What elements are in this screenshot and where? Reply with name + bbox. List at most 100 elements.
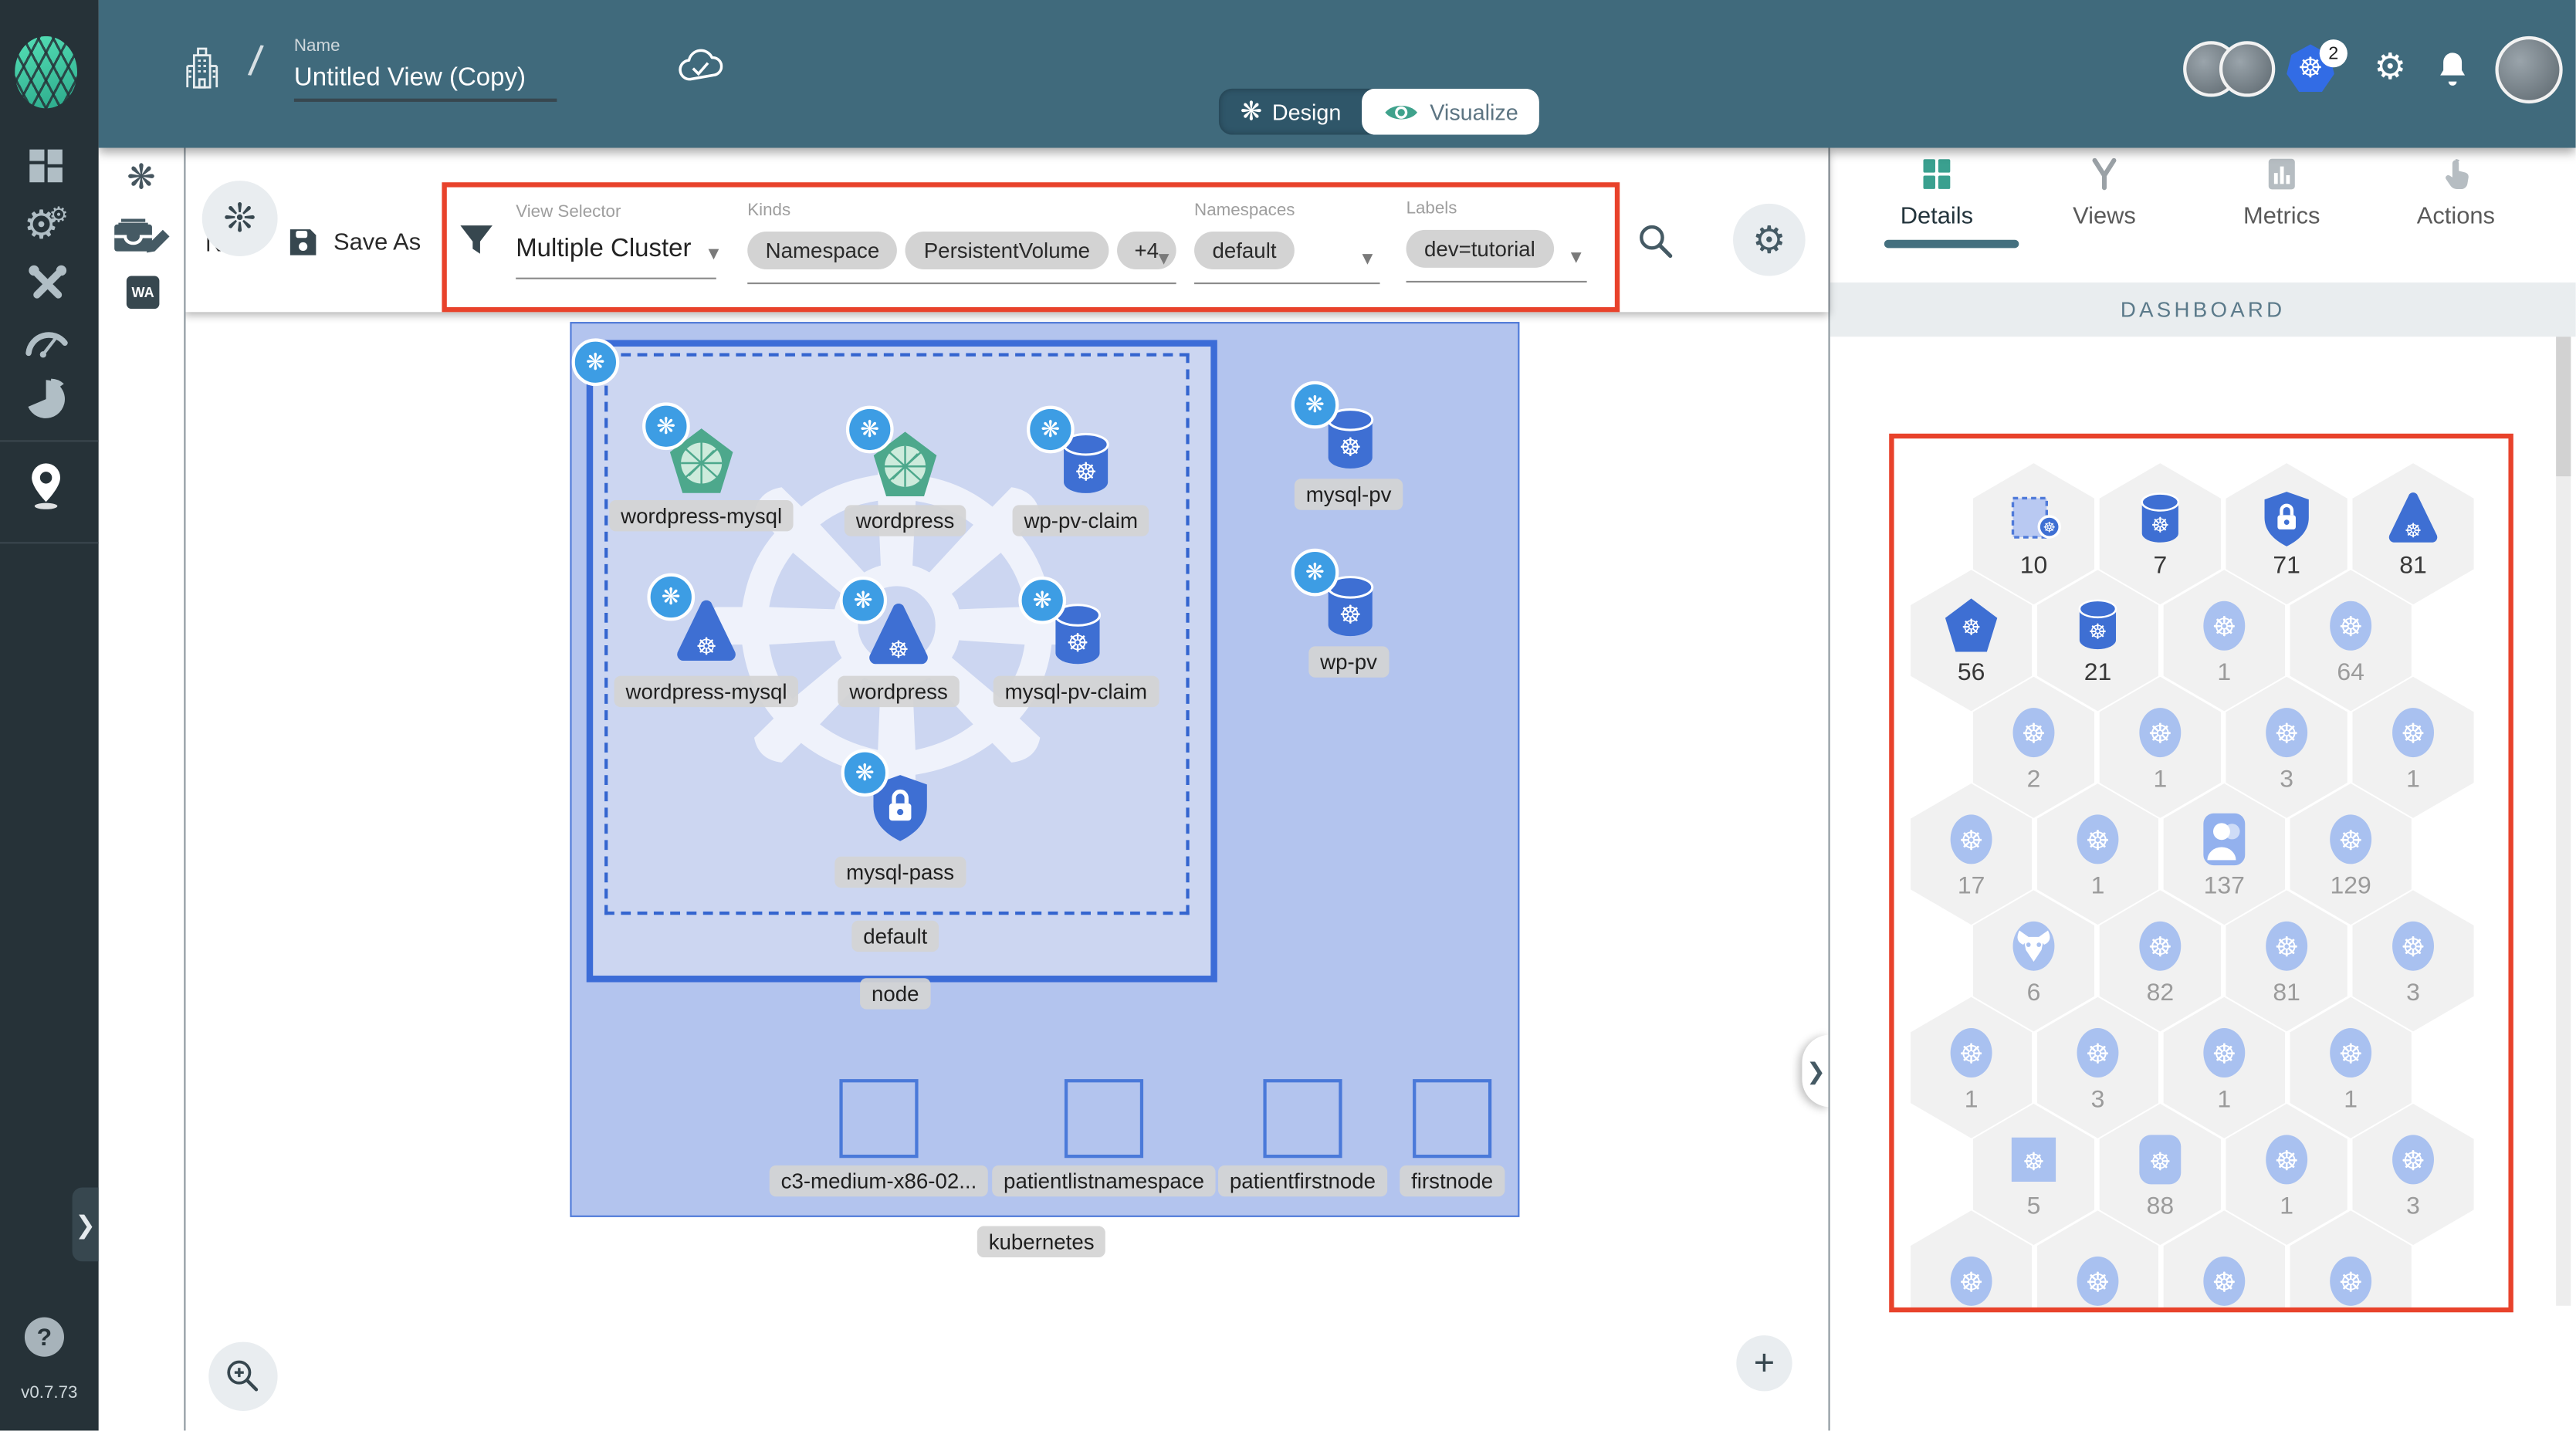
svg-text:☸: ☸: [2148, 719, 2172, 750]
svg-text:☸: ☸: [2338, 1266, 2363, 1297]
meshery-logo-icon[interactable]: [15, 36, 78, 109]
details-grid-icon: [1863, 156, 2011, 192]
kind-chip[interactable]: Namespace: [747, 232, 898, 269]
hex-count: 88: [2146, 1192, 2175, 1221]
sidebar-item-kanvas-pin-icon[interactable]: [22, 457, 71, 516]
view-selector-value[interactable]: Multiple Cluster: [516, 235, 716, 264]
visualize-eye-icon: [1386, 104, 1418, 119]
sidebar-item-lifecycle-gears-icon[interactable]: ⚙ ⚙: [16, 201, 76, 250]
actions-hand-icon: [2382, 156, 2530, 192]
hex-count: 71: [2273, 552, 2300, 580]
node-name-label: c3-medium-x86-02...: [769, 1165, 989, 1197]
resource-label: wp-pv-claim: [1012, 505, 1149, 536]
hex-count: 3: [2406, 1192, 2420, 1221]
labels-field[interactable]: Labels dev=tutorial ▼: [1406, 198, 1587, 283]
flower-action-button[interactable]: ❊: [201, 181, 278, 256]
cluster-label: kubernetes: [977, 1226, 1106, 1257]
visualize-mode-tab[interactable]: Visualize: [1362, 88, 1540, 135]
sidebar-item-configuration-tools-icon[interactable]: [23, 259, 73, 309]
tab-details[interactable]: Details: [1863, 156, 2011, 230]
user-avatar[interactable]: [2495, 36, 2563, 104]
panel-scrollbar[interactable]: [2556, 337, 2571, 1306]
search-icon[interactable]: [1633, 218, 1679, 265]
save-as-icon[interactable]: [284, 223, 320, 259]
kinds-caret-icon[interactable]: ▼: [1155, 249, 1173, 269]
circle-resource-icon: ☸: [2320, 1249, 2382, 1311]
sidebar-item-dashboard[interactable]: [28, 148, 64, 184]
resource-label: wordpress-mysql: [609, 499, 794, 532]
name-field-label: Name: [293, 36, 340, 56]
tab-metrics[interactable]: Metrics: [2208, 156, 2356, 230]
circle-resource-icon: ☸: [2193, 1022, 2256, 1084]
sidebar-item-extensions-icon[interactable]: [22, 374, 71, 424]
kind-chip[interactable]: PersistentVolume: [905, 232, 1109, 269]
hex-count: 21: [2083, 658, 2112, 687]
meshery-visualize-app: ⚙ ⚙ ❯ ? v0.7.73 / Name Untitled View (Cop…: [0, 0, 2576, 1431]
namespaces-caret-icon[interactable]: ▼: [1359, 249, 1376, 269]
meshery-badge-icon: ❋: [1027, 405, 1075, 454]
namespaces-field[interactable]: Namespaces default ▼: [1194, 201, 1380, 285]
empty-node[interactable]: [1413, 1079, 1492, 1159]
kinds-label: Kinds: [747, 200, 791, 221]
settings-gear-icon[interactable]: ⚙: [2369, 46, 2412, 89]
visualization-canvas[interactable]: ☸ ❋ ❋ wordpress-mysql ❋ wordpress ☸ ❋ wp-pv-cl…: [184, 312, 1830, 1431]
sidebar-collapse-handle[interactable]: ❯: [72, 1187, 99, 1262]
save-as-button[interactable]: Save As: [333, 230, 421, 256]
hex-count: 7: [2153, 552, 2168, 580]
secondary-toolbar-strip: ❋ WA ❯: [98, 147, 186, 1431]
svg-text:☸: ☸: [2086, 825, 2111, 857]
svg-text:☸: ☸: [2149, 1147, 2171, 1176]
views-branch-icon: [2030, 156, 2178, 192]
resource-label: wordpress-mysql: [614, 675, 799, 708]
tab-views[interactable]: Views: [2030, 156, 2178, 230]
left-sidebar: ⚙ ⚙ ❯ ? v0.7.73: [0, 0, 99, 1431]
hex-count: 3: [2280, 765, 2294, 793]
meshery-spiral-icon[interactable]: ❋: [121, 157, 161, 197]
empty-node[interactable]: [1263, 1079, 1342, 1159]
canvas-settings-gear-button[interactable]: ⚙: [1733, 203, 1806, 276]
add-node-button[interactable]: +: [1736, 1335, 1792, 1392]
svg-text:☸: ☸: [696, 634, 716, 661]
collaborator-avatar[interactable]: [2219, 41, 2276, 97]
name-field-input[interactable]: Untitled View (Copy): [294, 64, 526, 93]
filter-funnel-icon[interactable]: [455, 220, 497, 262]
zoom-in-button[interactable]: [208, 1341, 278, 1411]
top-header-bar: / Name Untitled View (Copy) ❋ Design Vis…: [98, 0, 2576, 148]
hex-count: 3: [2406, 979, 2420, 1007]
sidebar-item-performance-gauge-icon[interactable]: [20, 319, 73, 361]
help-icon[interactable]: ?: [24, 1317, 64, 1357]
svg-text:☸: ☸: [1959, 1266, 1984, 1297]
tab-actions[interactable]: Actions: [2382, 156, 2530, 230]
empty-node[interactable]: [1064, 1079, 1144, 1159]
view-selector-label: View Selector: [516, 201, 621, 222]
hex-count: 10: [2019, 552, 2048, 580]
cloud-saved-icon: [677, 46, 723, 86]
panel-collapse-chevron[interactable]: ❯: [1802, 1034, 1830, 1108]
meshery-badge-icon: ❋: [1291, 381, 1339, 429]
resource-label: wordpress: [844, 505, 966, 536]
hex-count: 81: [2273, 979, 2300, 1007]
design-mode-tab[interactable]: ❋ Design: [1219, 89, 1362, 135]
label-chip[interactable]: dev=tutorial: [1406, 229, 1554, 268]
kinds-field[interactable]: Kinds Namespace PersistentVolume +4 ▼: [747, 200, 1177, 285]
wasm-filter-icon[interactable]: WA: [126, 276, 160, 310]
design-drawer-edit-icon[interactable]: [112, 214, 171, 260]
meshery-badge-icon: ❋: [839, 576, 888, 624]
notifications-bell-icon[interactable]: [2431, 46, 2473, 89]
namespace-chip[interactable]: default: [1194, 232, 1295, 269]
view-selector-caret-icon[interactable]: ▼: [705, 245, 723, 265]
meshery-badge-icon: ❋: [1291, 548, 1339, 597]
hex-count: 1: [2217, 1085, 2232, 1114]
svg-text:☸: ☸: [2086, 1266, 2111, 1297]
svg-text:☸: ☸: [2401, 932, 2425, 963]
empty-node[interactable]: [839, 1079, 919, 1159]
panel-scrollbar-thumb[interactable]: [2556, 337, 2571, 477]
hex-count: 129: [2330, 871, 2371, 901]
view-selector-field[interactable]: View Selector Multiple Cluster ▼: [516, 201, 723, 279]
hex-count: 82: [2146, 979, 2175, 1007]
svg-text:☸: ☸: [1066, 628, 1088, 658]
meshery-badge-icon: ❋: [647, 573, 696, 621]
organization-building-icon[interactable]: [181, 42, 223, 92]
circle-resource-icon: ☸: [2382, 1128, 2445, 1191]
labels-caret-icon[interactable]: ▼: [1567, 248, 1585, 268]
